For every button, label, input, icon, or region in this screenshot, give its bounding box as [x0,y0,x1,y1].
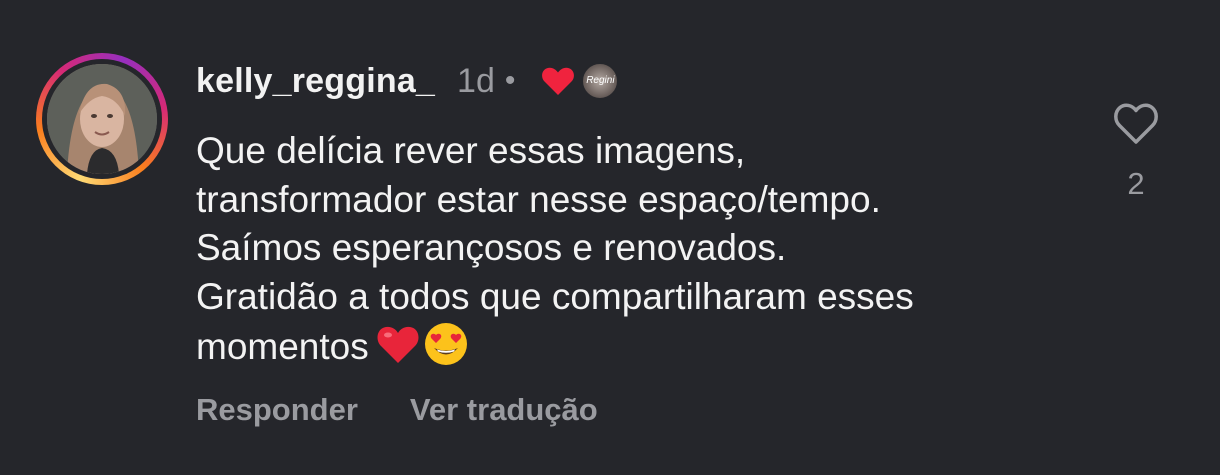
comment-line: Saímos esperançosos e renovados. [196,227,787,268]
comment-line: momentos [196,326,369,367]
comment-text: Que delícia rever essas imagens, transfo… [196,127,1096,372]
creator-liked-heart-icon [541,66,575,96]
like-count: 2 [1127,166,1145,201]
heart-eyes-emoji-icon [423,321,469,367]
reply-button[interactable]: Responder [196,392,358,428]
timestamp: 1d [457,61,495,100]
comment-actions: Responder Ver tradução [196,388,598,432]
comment-last-line: momentos [196,321,1096,372]
avatar [47,64,157,174]
red-heart-emoji-icon [375,321,421,367]
comment-line: Gratidão a todos que compartilharam esse… [196,275,914,317]
user-avatar-story-ring[interactable] [36,53,168,185]
comment-header: kelly_reggina_ 1d • Regini [196,56,620,106]
like-column: 2 [1106,100,1166,202]
separator-dot: • [504,64,516,97]
creator-avatar: Regini [581,62,620,100]
like-heart-icon[interactable] [1111,100,1161,146]
comment-line: Que delícia rever essas imagens, [196,130,746,171]
comment-line: transformador estar nesse espaço/tempo. [196,178,881,220]
username[interactable]: kelly_reggina_ [196,62,435,101]
see-translation-button[interactable]: Ver tradução [410,392,598,428]
